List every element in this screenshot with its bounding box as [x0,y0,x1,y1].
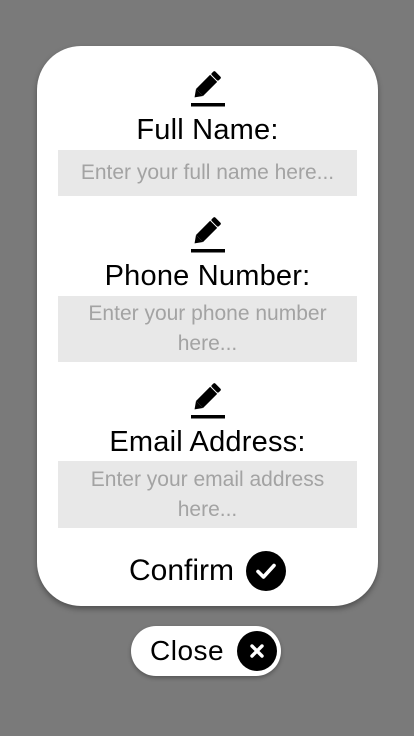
checkmark-icon [246,551,286,591]
full-name-input[interactable]: Enter your full name here... [58,150,357,196]
phone-number-input[interactable]: Enter your phone number here... [58,296,357,362]
phone-number-label: Phone Number: [104,260,311,292]
contact-form-card: Full Name: Enter your full name here... … [37,46,378,606]
confirm-label: Confirm [128,554,234,587]
close-button[interactable]: Close [131,626,281,676]
confirm-button[interactable]: Confirm [37,549,378,593]
pencil-icon [190,383,225,419]
close-icon [237,631,277,671]
full-name-label: Full Name: [136,114,279,146]
email-address-label: Email Address: [109,426,306,458]
close-label: Close [150,635,225,666]
pencil-icon [190,71,225,107]
email-address-input[interactable]: Enter your email address here... [58,461,357,528]
pencil-icon [190,217,225,253]
